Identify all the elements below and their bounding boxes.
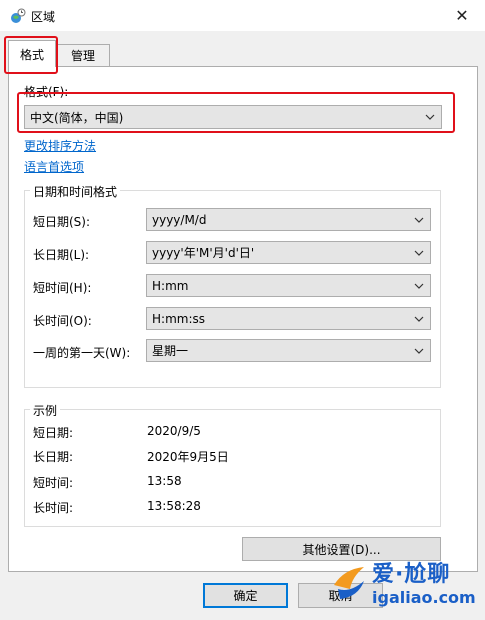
tab-manage-label: 管理 xyxy=(70,49,95,63)
watermark-text: 爱·尬聊 xyxy=(372,561,451,587)
chevron-down-icon xyxy=(414,316,424,322)
short-date-label: 短日期(S): xyxy=(33,215,91,229)
chevron-down-icon xyxy=(414,283,424,289)
ok-label: 确定 xyxy=(233,589,258,603)
example-short-time-value: 13:58 xyxy=(147,474,182,488)
chevron-down-icon xyxy=(414,348,424,354)
watermark-logo-icon xyxy=(334,567,364,599)
title-bar: 区域 ✕ xyxy=(0,0,485,31)
short-time-value: H:mm xyxy=(152,278,189,293)
tab-manage[interactable]: 管理 xyxy=(56,44,110,66)
chevron-down-icon xyxy=(414,250,424,256)
chevron-down-icon xyxy=(414,217,424,223)
first-day-label: 一周的第一天(W): xyxy=(33,346,131,360)
change-sort-link[interactable]: 更改排序方法 xyxy=(24,137,96,154)
first-day-select[interactable]: 星期一 xyxy=(146,339,431,362)
example-long-time-value: 13:58:28 xyxy=(147,499,201,513)
example-short-date-label: 短日期: xyxy=(33,426,74,440)
language-preferences-link[interactable]: 语言首选项 xyxy=(24,158,84,175)
long-time-label: 长时间(O): xyxy=(33,314,92,328)
example-long-time-label: 长时间: xyxy=(33,501,74,515)
watermark-url: igaliao.com xyxy=(372,587,476,607)
close-icon: ✕ xyxy=(455,6,469,25)
short-date-select[interactable]: yyyy/M/d xyxy=(146,208,431,231)
globe-clock-icon xyxy=(11,8,26,23)
window-title: 区域 xyxy=(31,10,56,24)
first-day-value: 星期一 xyxy=(152,344,189,358)
datetime-group-title: 日期和时间格式 xyxy=(30,183,121,200)
long-date-value: yyyy'年'M'月'd'日' xyxy=(152,246,255,260)
short-date-value: yyyy/M/d xyxy=(152,212,207,227)
long-time-value: H:mm:ss xyxy=(152,311,205,326)
long-date-label: 长日期(L): xyxy=(33,248,90,262)
examples-group-title: 示例 xyxy=(30,402,61,419)
long-time-select[interactable]: H:mm:ss xyxy=(146,307,431,330)
tab-highlight-box xyxy=(4,36,58,74)
long-date-select[interactable]: yyyy'年'M'月'd'日' xyxy=(146,241,431,264)
watermark: 爱·尬聊 igaliao.com xyxy=(330,550,482,612)
example-short-time-label: 短时间: xyxy=(33,476,74,490)
short-time-select[interactable]: H:mm xyxy=(146,274,431,297)
example-long-date-value: 2020年9月5日 xyxy=(147,450,229,464)
close-button[interactable]: ✕ xyxy=(439,0,485,31)
ok-button[interactable]: 确定 xyxy=(203,583,288,608)
example-long-date-label: 长日期: xyxy=(33,450,74,464)
example-short-date-value: 2020/9/5 xyxy=(147,424,201,438)
short-time-label: 短时间(H): xyxy=(33,281,92,295)
examples-group xyxy=(24,409,441,527)
format-highlight-box xyxy=(17,92,455,133)
